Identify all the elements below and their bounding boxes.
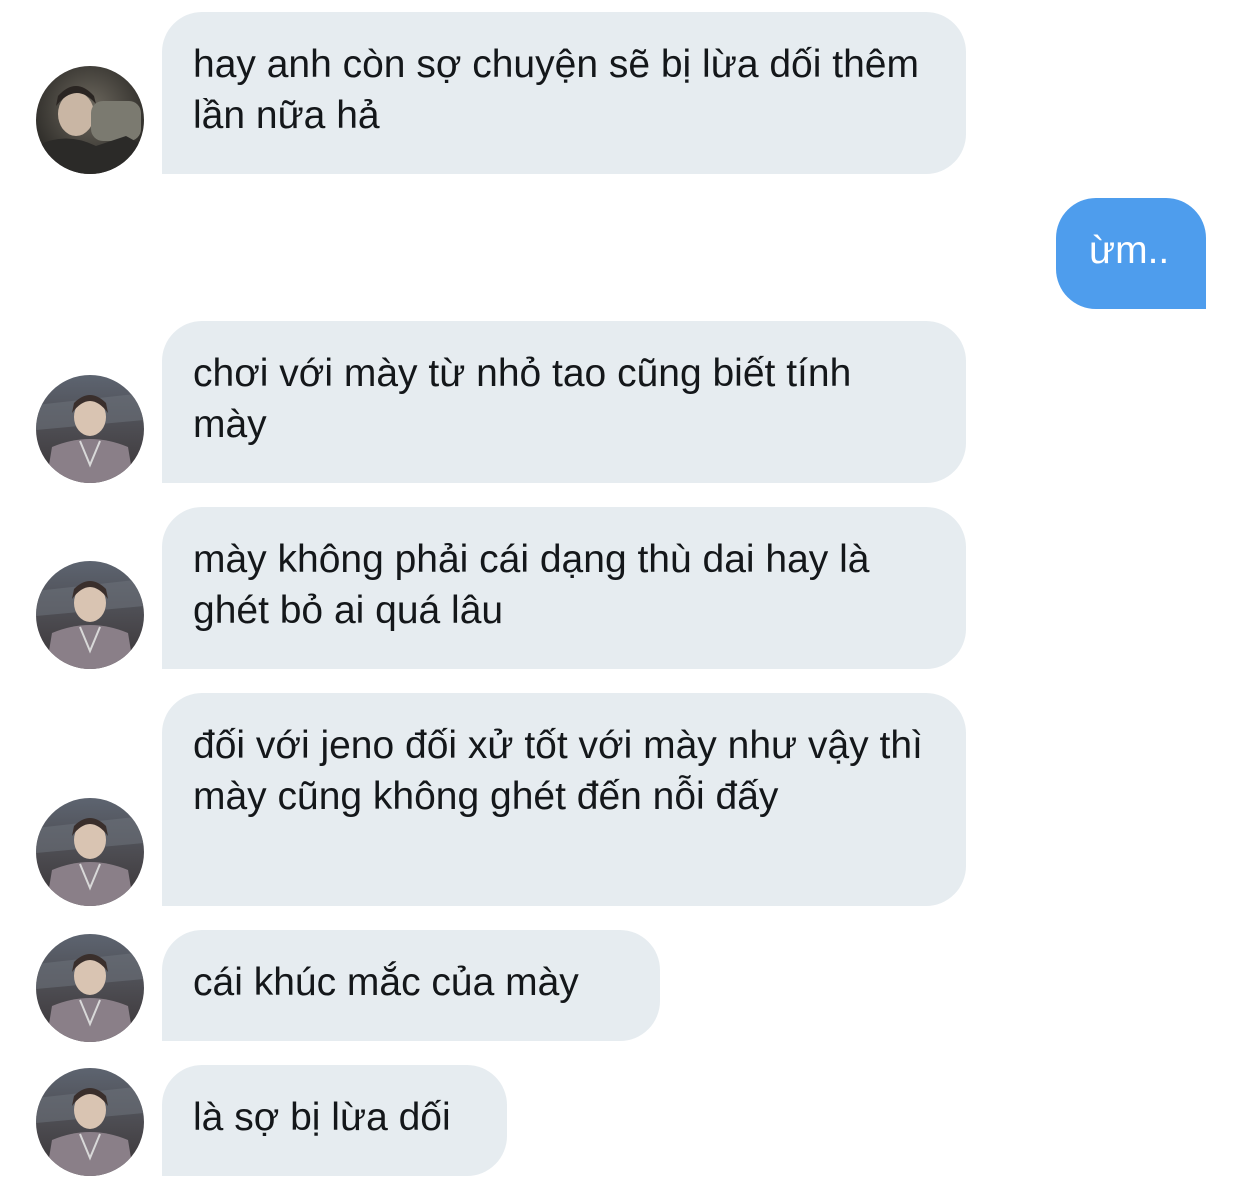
message-bubble[interactable]: hay anh còn sợ chuyện sẽ bị lừa dối thêm…: [162, 12, 966, 174]
avatar-photo-2: [36, 1068, 144, 1176]
message-text: là sợ bị lừa dối: [193, 1096, 451, 1139]
avatar-photo-1: [36, 66, 144, 174]
message-bubble[interactable]: chơi với mày từ nhỏ tao cũng biết tính m…: [162, 321, 966, 483]
message-text: hay anh còn sợ chuyện sẽ bị lừa dối thêm…: [193, 43, 919, 137]
avatar-photo-2: [36, 375, 144, 483]
avatar[interactable]: [36, 934, 144, 1042]
message-text: mày không phải cái dạng thù dai hay là g…: [193, 538, 870, 632]
message-text: ừm..: [1089, 229, 1170, 272]
avatar-photo-2: [36, 798, 144, 906]
avatar-photo-2: [36, 934, 144, 1042]
message-bubble[interactable]: cái khúc mắc của mày: [162, 930, 660, 1041]
message-bubble[interactable]: là sợ bị lừa dối: [162, 1065, 507, 1176]
message-text: cái khúc mắc của mày: [193, 961, 579, 1004]
message-bubble[interactable]: mày không phải cái dạng thù dai hay là g…: [162, 507, 966, 669]
avatar[interactable]: [36, 66, 144, 174]
avatar-photo-2: [36, 561, 144, 669]
message-bubble[interactable]: đối với jeno đối xử tốt với mày như vậy …: [162, 693, 966, 906]
message-bubble-outgoing[interactable]: ừm..: [1056, 198, 1206, 309]
avatar[interactable]: [36, 561, 144, 669]
avatar[interactable]: [36, 375, 144, 483]
avatar[interactable]: [36, 798, 144, 906]
message-text: chơi với mày từ nhỏ tao cũng biết tính m…: [193, 352, 852, 446]
message-text: đối với jeno đối xử tốt với mày như vậy …: [193, 724, 923, 818]
avatar[interactable]: [36, 1068, 144, 1176]
